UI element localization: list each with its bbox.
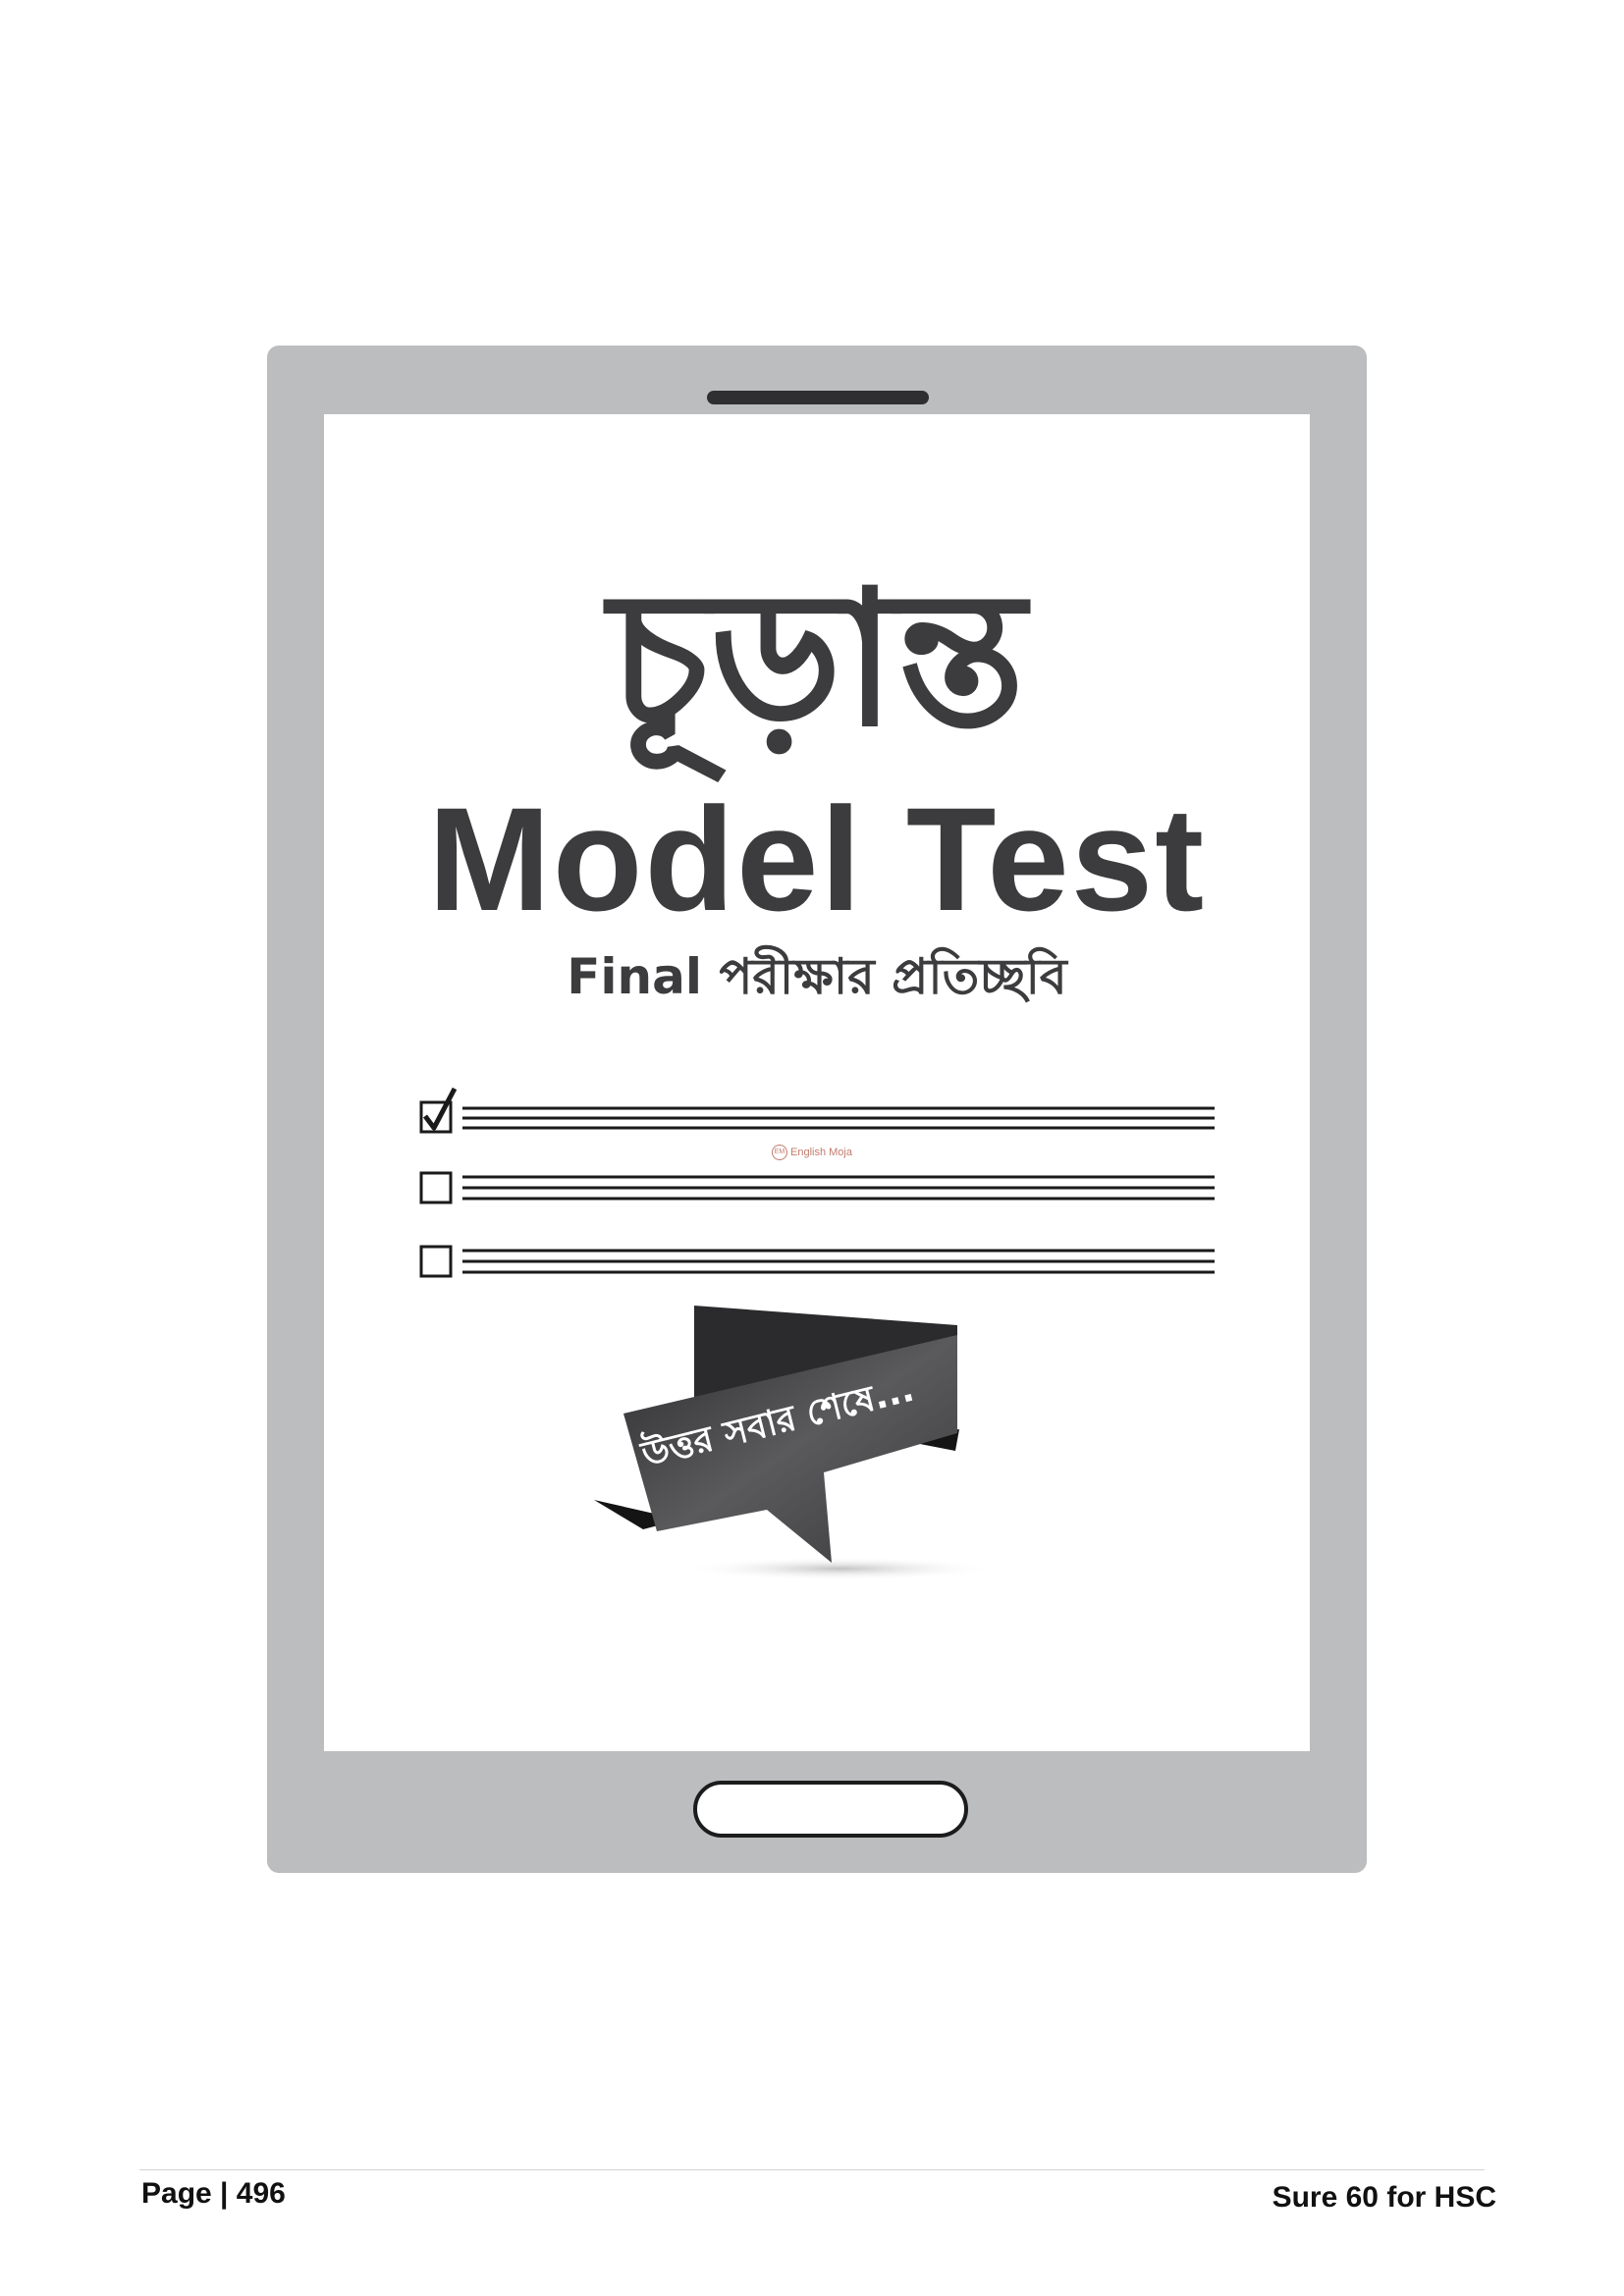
bengali-title: চূড়ান্ত xyxy=(608,551,1026,768)
answer-lines xyxy=(462,1106,1215,1130)
tablet-frame: চূড়ান্ত Model Test Final পরীক্ষার প্রতি… xyxy=(267,346,1367,1873)
checklist-row-1 xyxy=(419,1087,1215,1134)
watermark: EM English Moja xyxy=(0,1145,1624,1160)
tablet-home-button xyxy=(693,1781,968,1838)
watermark-text: English Moja xyxy=(790,1146,852,1158)
ribbon-shadow xyxy=(682,1557,997,1580)
checklist-illustration xyxy=(419,1087,1215,1278)
book-title: Sure 60 for HSC xyxy=(1272,2181,1496,2214)
checkbox-empty-icon xyxy=(419,1245,453,1278)
model-test-title: Model Test xyxy=(427,776,1207,941)
footer-rule xyxy=(139,2169,1485,2170)
subtitle: Final পরীক্ষার প্রতিচ্ছবি xyxy=(567,948,1067,1005)
answer-lines xyxy=(462,1249,1215,1274)
checklist-row-3 xyxy=(419,1245,1215,1278)
ribbon-banner: উত্তর সবার শেষে... xyxy=(594,1306,997,1580)
checklist-row-2 xyxy=(419,1171,1215,1204)
page-number: Page | 496 xyxy=(141,2177,286,2210)
checkbox-empty-icon xyxy=(419,1171,453,1204)
answer-lines xyxy=(462,1175,1215,1201)
english-moja-logo-icon: EM xyxy=(772,1145,787,1160)
tablet-speaker-slot xyxy=(707,391,929,404)
